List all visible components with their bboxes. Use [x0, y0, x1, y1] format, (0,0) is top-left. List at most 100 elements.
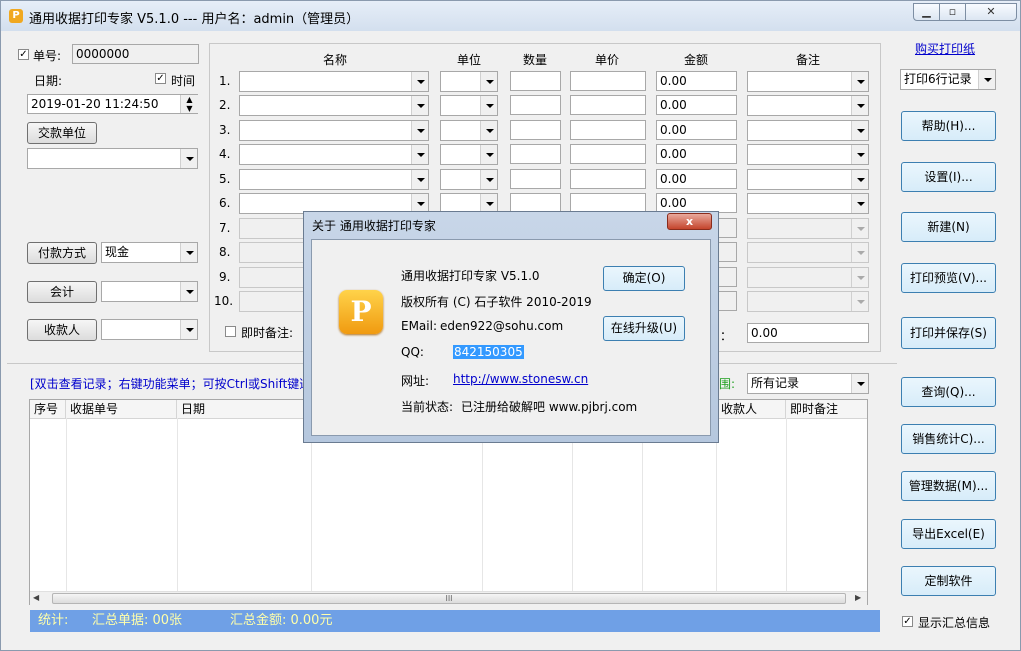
row-7-note-combo[interactable]	[747, 218, 869, 239]
payee-combo[interactable]	[101, 319, 198, 340]
chevron-down-icon[interactable]	[180, 149, 197, 168]
query-button[interactable]: 查询(Q)...	[901, 377, 996, 407]
row-5-note-combo[interactable]	[747, 169, 869, 190]
row-3-note-combo[interactable]	[747, 120, 869, 141]
datetime-field[interactable]: 2019-01-20 11:24:50	[27, 94, 198, 114]
chevron-down-icon[interactable]	[411, 96, 428, 115]
row-1-amount-field[interactable]: 0.00	[656, 71, 737, 91]
time-checkbox[interactable]: ✓	[155, 73, 166, 84]
chevron-down-icon[interactable]	[480, 121, 497, 140]
col-payee[interactable]: 收款人	[716, 400, 786, 418]
row-4-quantity-field[interactable]	[510, 144, 561, 164]
row-6-price-field[interactable]	[570, 193, 646, 213]
row-2-note-combo[interactable]	[747, 95, 869, 116]
payment-method-combo[interactable]: 现金	[101, 242, 198, 263]
export-excel-button[interactable]: 导出Excel(E)	[901, 519, 996, 549]
dialog-close-icon[interactable]: x	[667, 213, 712, 230]
row-5-unit-combo[interactable]	[440, 169, 498, 190]
payee-button[interactable]: 收款人	[27, 319, 97, 341]
sales-stats-button[interactable]: 销售统计C)...	[901, 424, 996, 454]
row-1-note-combo[interactable]	[747, 71, 869, 92]
row-4-amount-field[interactable]: 0.00	[656, 144, 737, 164]
row-9-note-combo[interactable]	[747, 267, 869, 288]
row-3-quantity-field[interactable]	[510, 120, 561, 140]
chevron-down-icon[interactable]	[411, 72, 428, 91]
minimize-icon[interactable]: ▁	[913, 3, 940, 21]
row-5-price-field[interactable]	[570, 169, 646, 189]
chevron-down-icon[interactable]	[978, 70, 995, 89]
print-preview-button[interactable]: 打印预览(V)...	[901, 263, 996, 293]
manage-data-button[interactable]: 管理数据(M)...	[901, 471, 996, 501]
row-6-amount-field[interactable]: 0.00	[656, 193, 737, 213]
maximize-icon[interactable]: ▫	[939, 3, 966, 21]
settings-button[interactable]: 设置(I)...	[901, 162, 996, 192]
chevron-down-icon[interactable]	[851, 268, 868, 287]
row-3-amount-field[interactable]: 0.00	[656, 120, 737, 140]
row-2-unit-combo[interactable]	[440, 95, 498, 116]
row-10-note-combo[interactable]	[747, 291, 869, 312]
chevron-down-icon[interactable]	[851, 121, 868, 140]
chevron-down-icon[interactable]	[851, 243, 868, 262]
row-4-name-combo[interactable]	[239, 144, 429, 165]
row-2-amount-field[interactable]: 0.00	[656, 95, 737, 115]
datetime-spinner[interactable]: ▲ ▼	[180, 95, 198, 113]
instant-note-checkbox[interactable]	[225, 326, 236, 337]
scroll-right-icon[interactable]: ▶	[855, 593, 861, 602]
chevron-down-icon[interactable]	[851, 374, 868, 393]
row-1-name-combo[interactable]	[239, 71, 429, 92]
chevron-down-icon[interactable]	[411, 145, 428, 164]
custom-software-button[interactable]: 定制软件	[901, 566, 996, 596]
row-5-amount-field[interactable]: 0.00	[656, 169, 737, 189]
email-value[interactable]: eden922@sohu.com	[440, 319, 563, 333]
print-rows-combo[interactable]: 打印6行记录	[900, 69, 996, 90]
buy-paper-link[interactable]: 购买打印纸	[915, 40, 975, 57]
payer-button[interactable]: 交款单位	[27, 122, 97, 144]
horizontal-scrollbar[interactable]: ◀ III ▶	[30, 591, 867, 606]
chevron-down-icon[interactable]	[851, 72, 868, 91]
chevron-down-icon[interactable]	[480, 96, 497, 115]
chevron-down-icon[interactable]	[851, 96, 868, 115]
row-5-quantity-field[interactable]	[510, 169, 561, 189]
col-date[interactable]: 日期	[177, 400, 311, 418]
chevron-down-icon[interactable]	[480, 170, 497, 189]
new-button[interactable]: 新建(N)	[901, 212, 996, 242]
chevron-down-icon[interactable]	[851, 194, 868, 213]
row-2-price-field[interactable]	[570, 95, 646, 115]
row-1-quantity-field[interactable]	[510, 71, 561, 91]
row-3-unit-combo[interactable]	[440, 120, 498, 141]
row-8-note-combo[interactable]	[747, 242, 869, 263]
total-amount-field[interactable]: 0.00	[747, 323, 869, 343]
col-index[interactable]: 序号	[30, 400, 66, 418]
row-5-name-combo[interactable]	[239, 169, 429, 190]
range-combo[interactable]: 所有记录	[747, 373, 869, 394]
row-3-name-combo[interactable]	[239, 120, 429, 141]
ok-button[interactable]: 确定(O)	[603, 266, 685, 291]
accountant-button[interactable]: 会计	[27, 281, 97, 303]
payer-combo[interactable]	[27, 148, 198, 169]
chevron-down-icon[interactable]	[851, 170, 868, 189]
row-6-note-combo[interactable]	[747, 193, 869, 214]
online-upgrade-button[interactable]: 在线升级(U)	[603, 316, 685, 341]
receipt-no-checkbox[interactable]: ✓	[18, 49, 29, 60]
col-receipt-no[interactable]: 收据单号	[66, 400, 177, 418]
show-summary-checkbox[interactable]: ✓	[902, 616, 913, 627]
row-4-note-combo[interactable]	[747, 144, 869, 165]
row-2-name-combo[interactable]	[239, 95, 429, 116]
help-button[interactable]: 帮助(H)...	[901, 111, 996, 141]
scroll-thumb[interactable]: III	[52, 593, 846, 604]
qq-value[interactable]: 842150305	[453, 345, 524, 359]
row-1-unit-combo[interactable]	[440, 71, 498, 92]
chevron-down-icon[interactable]	[851, 219, 868, 238]
payment-method-button[interactable]: 付款方式	[27, 242, 97, 264]
row-4-unit-combo[interactable]	[440, 144, 498, 165]
chevron-down-icon[interactable]	[851, 145, 868, 164]
row-4-price-field[interactable]	[570, 144, 646, 164]
close-icon[interactable]: ✕	[965, 3, 1017, 21]
chevron-down-icon[interactable]	[480, 145, 497, 164]
chevron-down-icon[interactable]	[180, 282, 197, 301]
row-1-price-field[interactable]	[570, 71, 646, 91]
row-3-price-field[interactable]	[570, 120, 646, 140]
col-instant-note[interactable]: 即时备注	[786, 400, 867, 418]
print-and-save-button[interactable]: 打印并保存(S)	[901, 317, 996, 349]
accountant-combo[interactable]	[101, 281, 198, 302]
